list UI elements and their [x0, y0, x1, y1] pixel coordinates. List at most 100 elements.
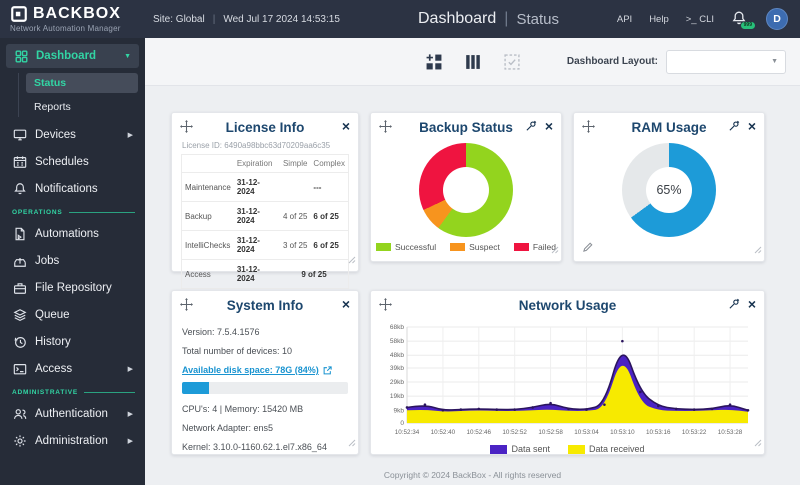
legend-item-data-sent: Data sent [490, 444, 550, 454]
sidebar-item-dashboard[interactable]: Dashboard ▼ [6, 44, 139, 68]
svg-text:10:53:22: 10:53:22 [682, 429, 707, 436]
user-avatar[interactable]: D [766, 8, 788, 30]
table-row: Maintenance 31-12-2024 --- [181, 172, 349, 202]
sidebar-item-automations[interactable]: Automations [0, 220, 145, 247]
sidebar-item-administration[interactable]: Administration ▶ [0, 427, 145, 454]
disk-space-link[interactable]: Available disk space: 78G (84%) [182, 365, 348, 375]
system-network-adapter: Network Adapter: ens5 [182, 423, 274, 433]
chevron-right-icon: ▶ [127, 437, 133, 445]
sidebar-item-label: Access [35, 362, 73, 375]
sidebar-item-jobs[interactable]: Jobs [0, 247, 145, 274]
pin-icon[interactable] [728, 120, 740, 132]
resize-handle[interactable] [754, 241, 762, 259]
svg-text:10:53:28: 10:53:28 [718, 429, 743, 436]
sidebar-item-access[interactable]: Access ▶ [0, 355, 145, 382]
network-usage-card: Network Usage × 0 9kb 19kb 29kb 39kb 48kb 58kb… [370, 290, 765, 455]
system-version: Version: 7.5.4.1576 [182, 327, 260, 337]
svg-text:58kb: 58kb [390, 338, 404, 345]
history-clock-icon [12, 334, 27, 349]
sidebar-item-devices[interactable]: Devices ▶ [0, 121, 145, 148]
sidebar-subitem-reports[interactable]: Reports [26, 97, 145, 117]
svg-text:10:52:40: 10:52:40 [431, 429, 456, 436]
chevron-right-icon: ▶ [127, 365, 133, 373]
terminal-icon [12, 361, 27, 376]
users-icon [12, 406, 27, 421]
sidebar-subitem-status[interactable]: Status [26, 73, 138, 93]
close-icon[interactable]: × [748, 119, 756, 133]
document-icon [12, 226, 27, 241]
columns-layout-icon[interactable] [464, 53, 481, 70]
network-usage-area-chart: 0 9kb 19kb 29kb 39kb 48kb 58kb 68kb 10:52:34 10:5… [377, 321, 758, 442]
sidebar-item-history[interactable]: History [0, 328, 145, 355]
api-link[interactable]: API [617, 14, 632, 25]
dashboard-layout-select[interactable]: ▼ [666, 49, 786, 74]
system-kernel: Kernel: 3.10.0-1160.62.1.el7.x86_64 [182, 442, 327, 452]
chevron-down-icon: ▼ [124, 52, 131, 60]
sidebar-item-label: Authentication [35, 407, 108, 420]
svg-text:10:52:46: 10:52:46 [467, 429, 492, 436]
sidebar-item-label: Administration [35, 434, 108, 447]
resize-handle[interactable] [551, 241, 559, 259]
table-row: Access 31-12-2024 9 of 25 [181, 259, 349, 289]
resize-handle[interactable] [348, 434, 356, 452]
help-link[interactable]: Help [649, 14, 669, 25]
logo-subtitle: Network Automation Manager [10, 24, 121, 33]
sidebar-item-label: Notifications [35, 182, 98, 195]
system-cpu-memory: CPU's: 4 | Memory: 15420 MB [182, 404, 304, 414]
app-header: BACKBOX Network Automation Manager Site:… [0, 0, 800, 38]
sidebar-item-queue[interactable]: Queue [0, 301, 145, 328]
system-info-card: System Info × Version: 7.5.4.1576 Total … [171, 290, 359, 455]
bell-icon [12, 181, 27, 196]
backup-status-donut-chart [419, 143, 513, 237]
chevron-right-icon: ▶ [127, 410, 133, 418]
sidebar-item-label: History [35, 335, 71, 348]
svg-text:29kb: 29kb [390, 379, 404, 386]
card-title: System Info [226, 298, 304, 313]
legend-item-suspect: Suspect [450, 242, 500, 252]
sidebar-item-label: Devices [35, 128, 76, 141]
backbox-logo-icon [10, 5, 28, 23]
external-link-icon [323, 365, 332, 375]
briefcase-icon [12, 280, 27, 295]
cli-link[interactable]: >_ CLI [686, 14, 714, 25]
sidebar-item-authentication[interactable]: Authentication ▶ [0, 400, 145, 427]
license-id: License ID: 6490a98bbc63d70209aa6c35 [182, 141, 331, 150]
svg-text:0: 0 [400, 420, 404, 427]
pin-icon[interactable] [525, 120, 537, 132]
close-icon[interactable]: × [342, 119, 350, 133]
chart-legend: Data sent Data received [371, 444, 764, 454]
sidebar-section-operations: OPERATIONS [12, 209, 135, 216]
dashboard-toolbar: Dashboard Layout: ▼ [145, 38, 800, 86]
svg-text:9kb: 9kb [394, 407, 405, 414]
license-table: Expiration Simple Complex Maintenance 31… [181, 154, 349, 289]
svg-text:19kb: 19kb [390, 393, 404, 400]
sidebar-item-notifications[interactable]: Notifications [0, 175, 145, 202]
notifications-bell-button[interactable]: 999 [731, 10, 755, 29]
close-icon[interactable]: × [748, 297, 756, 311]
add-widget-icon[interactable] [425, 53, 442, 70]
edit-icon[interactable] [582, 241, 594, 253]
system-device-count: Total number of devices: 10 [182, 346, 293, 356]
page-subtitle: Status [516, 10, 559, 28]
svg-text:10:53:10: 10:53:10 [610, 429, 635, 436]
calendar-icon [12, 154, 27, 169]
sidebar-item-label: Jobs [35, 254, 60, 267]
close-icon[interactable]: × [545, 119, 553, 133]
sidebar-item-schedules[interactable]: Schedules [0, 148, 145, 175]
site-label: Site: Global [153, 13, 205, 25]
svg-text:10:52:52: 10:52:52 [502, 429, 527, 436]
chevron-down-icon: ▼ [771, 58, 778, 65]
resize-handle[interactable] [754, 434, 762, 452]
resize-handle[interactable] [348, 251, 356, 269]
card-title: License Info [225, 120, 305, 135]
title-separator: | [504, 10, 509, 27]
logo-title: BACKBOX [33, 5, 121, 22]
sidebar-item-label: Automations [35, 227, 99, 240]
sidebar-item-label: Queue [35, 308, 70, 321]
sidebar-item-file-repository[interactable]: File Repository [0, 274, 145, 301]
close-icon[interactable]: × [342, 297, 350, 311]
select-widgets-icon[interactable] [503, 53, 520, 70]
svg-text:10:52:58: 10:52:58 [538, 429, 563, 436]
pin-icon[interactable] [728, 298, 740, 310]
ram-usage-donut-chart: 65% [622, 143, 716, 237]
